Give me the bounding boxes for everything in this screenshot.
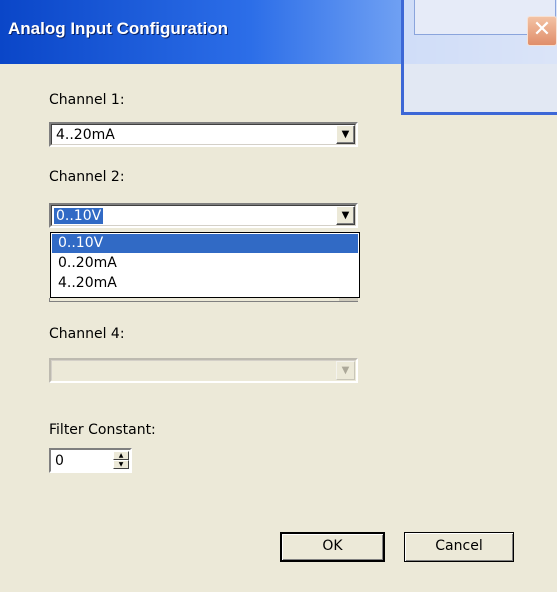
channel2-label: Channel 2: <box>49 169 125 185</box>
channel4-dropdown-button: ▼ <box>336 361 355 380</box>
channel2-value: 0..10V <box>54 208 104 224</box>
channel4-select: ▼ <box>49 358 358 383</box>
filter-constant-value: 0 <box>55 453 64 469</box>
channel2-dropdown-list[interactable]: 0..10V 0..20mA 4..20mA <box>50 232 360 298</box>
channel1-value: 4..20mA <box>56 127 115 143</box>
spin-down-icon[interactable]: ▼ <box>113 460 129 469</box>
channel1-dropdown-button[interactable]: ▼ <box>336 125 355 144</box>
cancel-button[interactable]: Cancel <box>404 532 514 562</box>
close-button[interactable]: ✕ <box>527 16 557 46</box>
dropdown-option[interactable]: 4..20mA <box>52 274 358 293</box>
spin-up-icon[interactable]: ▲ <box>113 451 129 460</box>
close-icon: ✕ <box>532 17 552 42</box>
channel1-label: Channel 1: <box>49 92 125 108</box>
dropdown-option[interactable]: 0..20mA <box>52 254 358 273</box>
chevron-down-icon: ▼ <box>341 210 350 221</box>
stepper-arrows[interactable]: ▲ ▼ <box>113 451 129 470</box>
filter-constant-label: Filter Constant: <box>49 422 156 438</box>
channel1-select[interactable]: 4..20mA ▼ <box>49 122 358 147</box>
channel2-select[interactable]: 0..10V ▼ <box>49 203 358 228</box>
filter-constant-stepper[interactable]: 0 ▲ ▼ <box>49 448 132 473</box>
dropdown-option[interactable]: 0..10V <box>52 234 358 253</box>
chevron-down-icon: ▼ <box>341 129 350 140</box>
ok-button[interactable]: OK <box>280 532 385 562</box>
window-title: Analog Input Configuration <box>8 19 229 38</box>
channel4-label: Channel 4: <box>49 326 125 342</box>
channel2-dropdown-button[interactable]: ▼ <box>336 206 355 225</box>
chevron-down-icon: ▼ <box>341 365 350 376</box>
channel3-select[interactable] <box>49 298 358 302</box>
